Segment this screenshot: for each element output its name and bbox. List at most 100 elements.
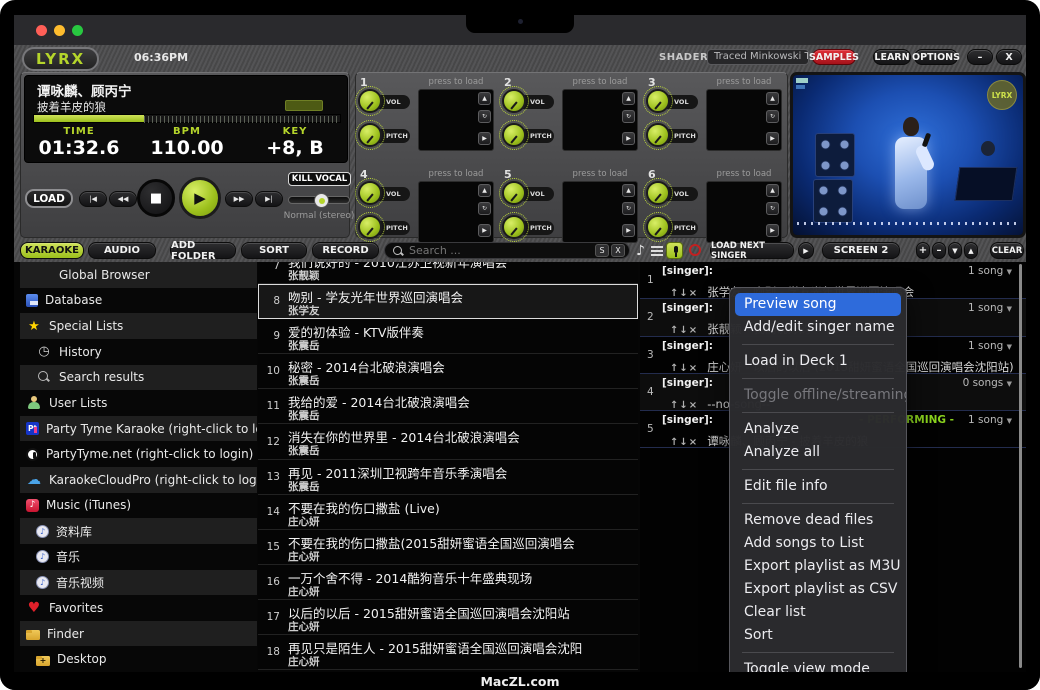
play-sample-icon[interactable]: ▶ — [766, 224, 779, 237]
volume-knob[interactable] — [358, 181, 382, 205]
prev-track-button[interactable]: |◀ — [79, 191, 107, 207]
play-sample-icon[interactable]: ▶ — [478, 132, 491, 145]
load-button[interactable]: LOAD — [25, 189, 73, 208]
pitch-knob[interactable] — [358, 215, 382, 239]
menu-item-export-playlist-as-csv[interactable]: Export playlist as CSV — [730, 578, 906, 601]
menu-item-clear-list[interactable]: Clear list — [730, 601, 906, 624]
search-s-button[interactable]: S — [595, 244, 609, 257]
menu-item-edit-file-info[interactable]: Edit file info — [730, 475, 906, 498]
volume-knob[interactable] — [646, 181, 670, 205]
sample-slot[interactable]: ▲ ↻ ▶ — [418, 89, 494, 151]
deck-progress-bar[interactable] — [33, 114, 341, 123]
sidebar-item[interactable]: ☁ KaraokeCloudPro (right-click to login) — [20, 467, 257, 493]
song-count-dropdown[interactable]: 1 song ▼ — [968, 265, 1012, 277]
sidebar-item[interactable]: ♪ 音乐 — [20, 544, 257, 570]
song-count-dropdown[interactable]: 1 song ▼ — [968, 340, 1012, 352]
play-sample-icon[interactable]: ▶ — [478, 224, 491, 237]
eject-icon[interactable]: ▲ — [766, 92, 779, 105]
advance-singer-button[interactable]: ▶ — [798, 242, 814, 259]
loop-icon[interactable]: ↻ — [478, 110, 491, 123]
menu-item-analyze[interactable]: Analyze — [730, 418, 906, 441]
move-up-button[interactable]: ▲ — [964, 242, 978, 259]
pitch-knob[interactable] — [502, 123, 526, 147]
next-track-button[interactable]: ▶| — [255, 191, 283, 207]
sample-slot[interactable]: ▲ ↻ ▶ — [418, 181, 494, 243]
song-row[interactable]: 7 我们说好的 - 2010江苏卫视新年演唱会 张靓颖 — [258, 262, 638, 284]
loop-icon[interactable]: ↻ — [622, 110, 635, 123]
move-down-button[interactable]: ▼ — [948, 242, 962, 259]
play-sample-icon[interactable]: ▶ — [622, 224, 635, 237]
loop-icon[interactable]: ↻ — [766, 110, 779, 123]
sidebar-item[interactable]: ♪ Music (iTunes) — [20, 493, 257, 519]
sidebar-item[interactable]: ◷ History — [20, 339, 257, 365]
screen2-button[interactable]: SCREEN 2 — [822, 242, 900, 259]
sample-slot[interactable]: ▲ ↻ ▶ — [562, 89, 638, 151]
song-row[interactable]: 14 不要在我的伤口撒盐 (Live) 庄心妍 — [258, 495, 638, 530]
sample-slot[interactable]: ▲ ↻ ▶ — [706, 89, 782, 151]
sidebar-item[interactable]: + Desktop — [20, 646, 257, 672]
rewind-button[interactable]: ◀◀ — [109, 191, 137, 207]
options-button[interactable]: OPTIONS — [914, 49, 958, 65]
list-view-icon[interactable] — [651, 246, 663, 256]
song-row[interactable]: 10 秘密 - 2014台北破浪演唱会 张震岳 — [258, 354, 638, 389]
menu-item-remove-dead-files[interactable]: Remove dead files — [730, 509, 906, 532]
learn-button[interactable]: LEARN — [873, 49, 911, 65]
record-button[interactable]: RECORD — [312, 242, 379, 259]
volume-knob[interactable] — [502, 181, 526, 205]
sidebar-item[interactable]: ♥ Favorites — [20, 595, 257, 621]
menu-item-preview-song[interactable]: Preview song — [735, 293, 901, 316]
music-note-icon[interactable]: ♪ — [636, 243, 645, 259]
song-row[interactable]: 11 我给的爱 - 2014台北破浪演唱会 张震岳 — [258, 389, 638, 424]
song-row[interactable]: 12 消失在你的世界里 - 2014台北破浪演唱会 张震岳 — [258, 424, 638, 459]
eject-icon[interactable]: ▲ — [622, 92, 635, 105]
menu-item-analyze-all[interactable]: Analyze all — [730, 441, 906, 464]
minimize-traffic-light[interactable] — [54, 25, 65, 36]
sidebar-item[interactable]: ★ Special Lists — [20, 313, 257, 339]
song-row[interactable]: 16 一万个舍不得 - 2014酷狗音乐十年盛典现场 庄心妍 — [258, 565, 638, 600]
menu-item-sort[interactable]: Sort — [730, 624, 906, 647]
zoom-in-button[interactable]: + — [916, 242, 930, 259]
loop-icon[interactable]: ↻ — [766, 202, 779, 215]
volume-knob[interactable] — [502, 89, 526, 113]
microphone-toggle[interactable] — [666, 242, 683, 259]
sidebar-item[interactable]: User Lists — [20, 390, 257, 416]
search-x-button[interactable]: X — [611, 244, 625, 257]
sidebar-item[interactable]: Pt Party Tyme Karaoke (right-click to lo… — [20, 416, 257, 442]
eject-icon[interactable]: ▲ — [478, 92, 491, 105]
reorder-remove-icons[interactable]: ↑↓× — [670, 288, 698, 299]
reorder-remove-icons[interactable]: ↑↓× — [670, 437, 698, 448]
sample-slot[interactable]: ▲ ↻ ▶ — [562, 181, 638, 243]
eject-icon[interactable]: ▲ — [766, 184, 779, 197]
eject-icon[interactable]: ▲ — [622, 184, 635, 197]
song-count-dropdown[interactable]: 1 song ▼ — [968, 414, 1012, 426]
shader-select[interactable]: Traced Minkowski Tube — [707, 49, 809, 65]
sample-slot[interactable]: ▲ ↻ ▶ — [706, 181, 782, 243]
reorder-remove-icons[interactable]: ↑↓× — [670, 363, 698, 374]
reorder-remove-icons[interactable]: ↑↓× — [670, 400, 698, 411]
song-row[interactable]: 15 不要在我的伤口撒盐(2015甜妍蜜语全国巡回演唱会 庄心妍 — [258, 530, 638, 565]
reorder-remove-icons[interactable]: ↑↓× — [670, 325, 698, 336]
loop-icon[interactable]: ↻ — [478, 202, 491, 215]
minimize-button[interactable]: – — [967, 49, 993, 65]
pitch-knob[interactable] — [502, 215, 526, 239]
add-folder-button[interactable]: ADD FOLDER — [170, 242, 236, 259]
sidebar-item[interactable]: Global Browser — [20, 262, 257, 288]
fast-forward-button[interactable]: ▶▶ — [225, 191, 253, 207]
song-row[interactable]: 17 以后的以后 - 2015甜妍蜜语全国巡回演唱会沈阳站 庄心妍 — [258, 600, 638, 635]
close-traffic-light[interactable] — [36, 25, 47, 36]
stop-button[interactable]: ■ — [137, 179, 175, 217]
search-input[interactable] — [407, 243, 593, 258]
song-count-dropdown[interactable]: 1 song ▼ — [968, 302, 1012, 314]
song-count-dropdown[interactable]: 0 songs ▼ — [963, 377, 1012, 389]
song-row[interactable]: 8 吻别 - 学友光年世界巡回演唱会 张学友 — [258, 284, 638, 319]
load-next-singer-button[interactable]: LOAD NEXT SINGER — [710, 242, 794, 259]
zoom-traffic-light[interactable] — [72, 25, 83, 36]
song-row[interactable]: 13 再见 - 2011深圳卫视跨年音乐季演唱会 张震岳 — [258, 460, 638, 495]
play-sample-icon[interactable]: ▶ — [766, 132, 779, 145]
volume-knob[interactable] — [358, 89, 382, 113]
menu-item-add-edit-singer-name[interactable]: Add/edit singer name — [730, 316, 906, 339]
sort-button[interactable]: SORT — [241, 242, 307, 259]
sidebar-item[interactable]: Database — [20, 288, 257, 314]
pitch-knob[interactable] — [646, 123, 670, 147]
sidebar-item[interactable]: Finder — [20, 621, 257, 647]
